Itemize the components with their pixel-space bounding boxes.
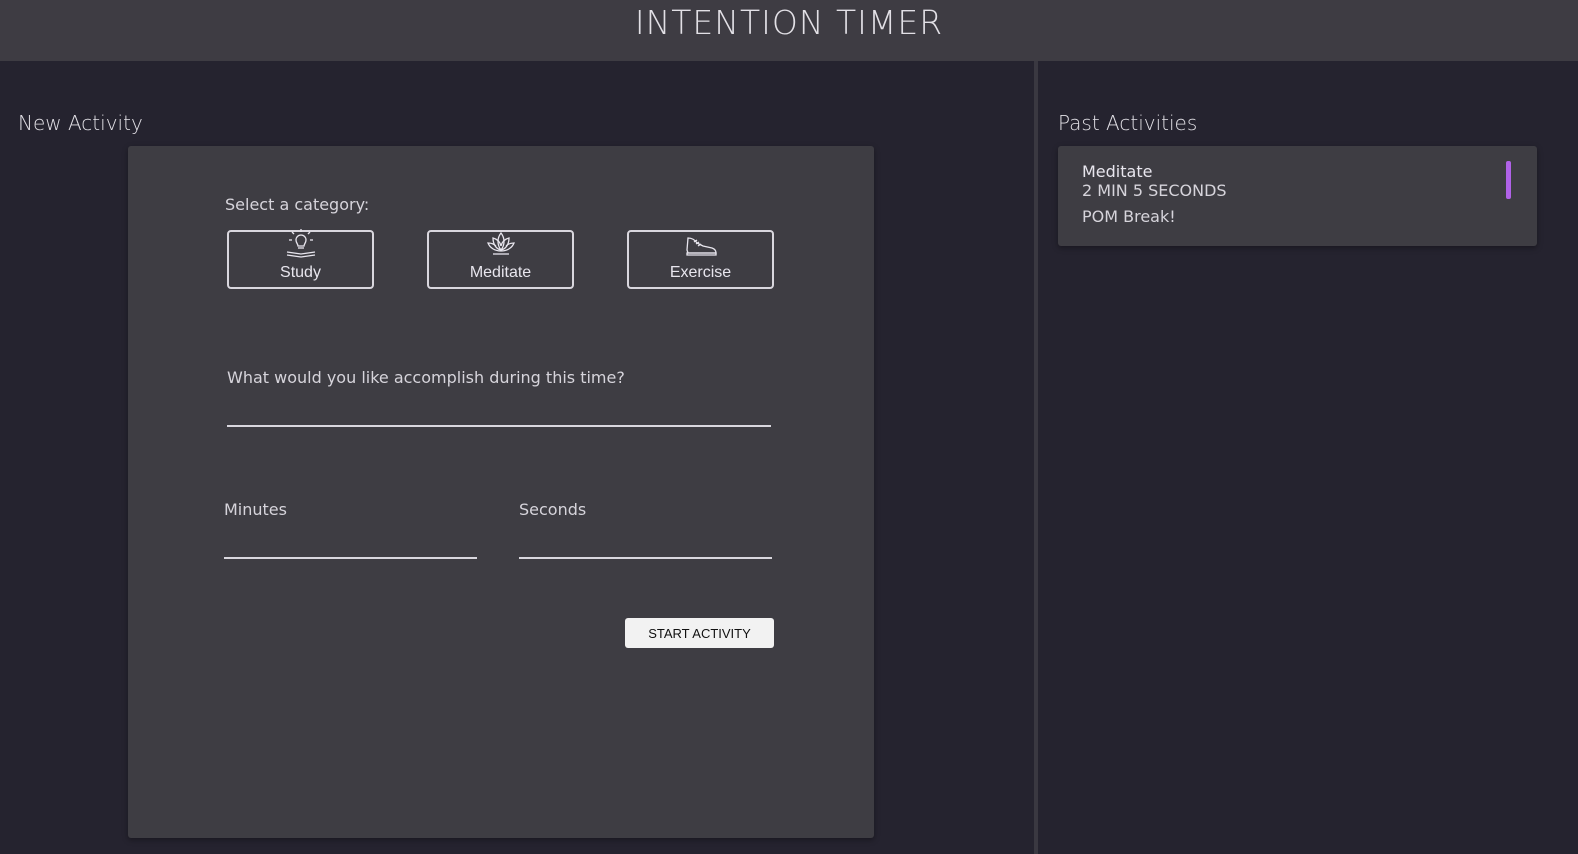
app-title: INTENTION TIMER xyxy=(634,3,944,42)
past-activity-duration: 2 MIN 5 SECONDS xyxy=(1082,181,1227,200)
meditate-button-label: Meditate xyxy=(469,264,532,281)
description-label: What would you like accomplish during th… xyxy=(227,368,625,387)
past-activity-card[interactable]: Meditate 2 MIN 5 SECONDS POM Break! xyxy=(1058,146,1537,246)
study-button[interactable]: Study xyxy=(227,228,374,289)
minutes-input[interactable] xyxy=(224,557,477,559)
seconds-label: Seconds xyxy=(519,500,587,519)
sneaker-icon xyxy=(684,232,718,264)
start-activity-button[interactable]: START ACTIVITY xyxy=(625,618,774,648)
exercise-button-label: Exercise xyxy=(669,264,732,281)
past-activity-category: Meditate xyxy=(1082,162,1153,181)
seconds-input[interactable] xyxy=(519,557,772,559)
category-prompt: Select a category: xyxy=(225,195,370,214)
column-divider xyxy=(1034,61,1038,854)
study-button-label: Study xyxy=(280,264,321,281)
meditate-button[interactable]: Meditate xyxy=(427,230,574,289)
lightbulb-book-icon xyxy=(285,228,317,264)
lotus-icon xyxy=(485,230,517,264)
exercise-button[interactable]: Exercise xyxy=(627,230,774,289)
description-input[interactable] xyxy=(227,425,771,427)
category-color-bar xyxy=(1506,161,1511,199)
past-activity-description: POM Break! xyxy=(1082,207,1176,226)
app-header: INTENTION TIMER xyxy=(0,0,1578,61)
new-activity-title: New Activity xyxy=(18,111,143,135)
past-activities-title: Past Activities xyxy=(1058,111,1198,135)
new-activity-card: Select a category: Study Meditate Exerci… xyxy=(128,146,874,838)
minutes-label: Minutes xyxy=(224,500,287,519)
